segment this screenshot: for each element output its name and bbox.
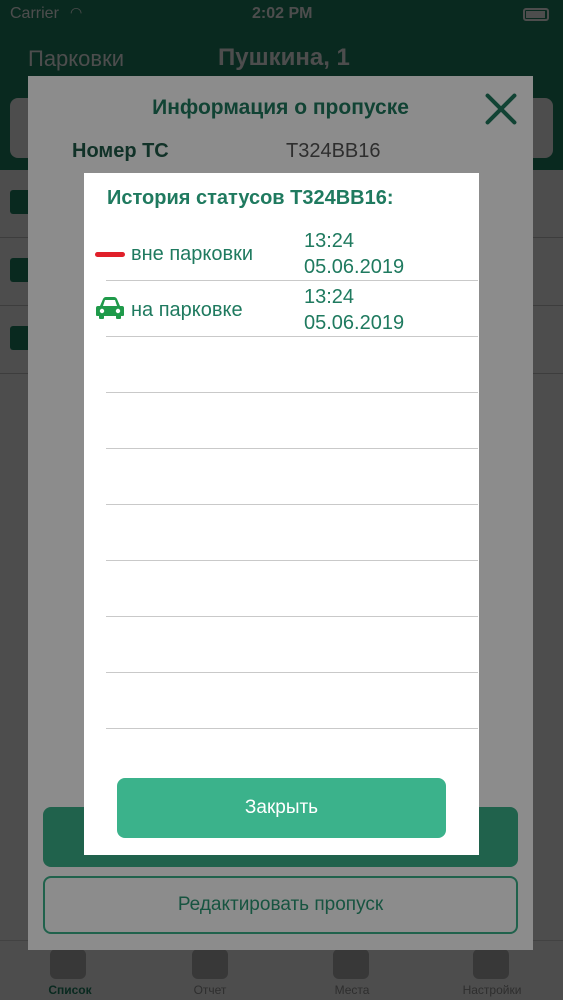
close-button[interactable]: Закрыть xyxy=(117,778,446,838)
history-row-empty xyxy=(106,673,478,729)
history-status: на парковке xyxy=(131,299,243,321)
history-datetime: 13:24 05.06.2019 xyxy=(304,228,474,280)
history-row-empty xyxy=(106,617,478,673)
history-row-empty xyxy=(106,561,478,617)
status-history-popup: История статусов Т324ВВ16: вне парковки … xyxy=(84,173,479,855)
history-row-empty xyxy=(106,505,478,561)
history-row: на парковке 13:24 05.06.2019 xyxy=(96,281,478,337)
history-status: вне парковки xyxy=(131,243,254,265)
history-date: 05.06.2019 xyxy=(304,256,405,278)
history-date: 05.06.2019 xyxy=(304,312,405,334)
history-time: 13:24 xyxy=(304,230,355,252)
history-row: вне парковки 13:24 05.06.2019 xyxy=(95,225,478,281)
history-datetime: 13:24 05.06.2019 xyxy=(304,284,474,336)
history-row-empty xyxy=(106,337,478,393)
car-icon xyxy=(95,296,125,320)
history-title: История статусов Т324ВВ16: xyxy=(107,187,394,209)
history-time: 13:24 xyxy=(304,286,355,308)
red-dash-icon xyxy=(95,252,125,257)
history-row-empty xyxy=(106,393,478,449)
history-row-empty xyxy=(106,449,478,505)
